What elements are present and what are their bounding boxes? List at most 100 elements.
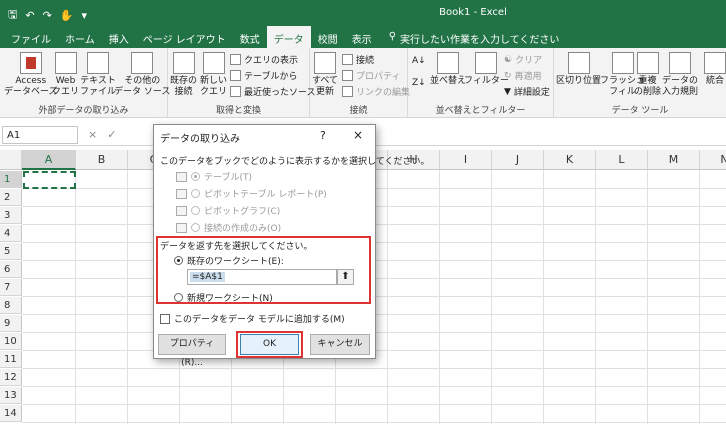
radio-new-sheet[interactable] xyxy=(174,293,183,302)
group-label: 並べ替えとフィルター xyxy=(435,106,526,116)
web-query-button[interactable]: Web クエリ xyxy=(52,52,79,98)
radio-pivot-chart[interactable] xyxy=(191,206,200,215)
pivot-table-icon xyxy=(176,188,187,199)
row-header[interactable]: 14 xyxy=(0,405,22,422)
lightbulb-icon: ⚲ xyxy=(388,31,397,42)
ok-button[interactable]: OK xyxy=(240,334,299,355)
row-header[interactable]: 10 xyxy=(0,333,22,350)
column-header[interactable]: I xyxy=(440,150,492,170)
row-header[interactable]: 7 xyxy=(0,279,22,296)
connections-icon xyxy=(342,54,353,65)
tab-insert[interactable]: 挿入 xyxy=(102,26,136,48)
tell-me-text: 実行したい作業を入力してください xyxy=(400,35,560,46)
row-header[interactable]: 8 xyxy=(0,297,22,314)
close-button[interactable]: × xyxy=(353,128,363,142)
option-pivot-table[interactable]: ピボットテーブル レポート(P) xyxy=(176,187,327,200)
option-connection-only[interactable]: 接続の作成のみ(O) xyxy=(176,221,281,234)
radio-pivot-table[interactable] xyxy=(191,189,200,198)
sort-button[interactable]: 並べ替え xyxy=(430,52,466,87)
column-header[interactable]: J xyxy=(492,150,544,170)
row-header[interactable]: 4 xyxy=(0,225,22,242)
reapply-button[interactable]: ↻ 再適用 xyxy=(504,69,542,83)
radio-table[interactable] xyxy=(191,172,200,181)
row-header[interactable]: 12 xyxy=(0,369,22,386)
text-to-columns-button[interactable]: 区切り位置 xyxy=(556,52,601,87)
remove-duplicates-button[interactable]: 重複 の削除 xyxy=(634,52,661,98)
radio-existing-sheet[interactable] xyxy=(174,256,183,265)
row-header[interactable]: 13 xyxy=(0,387,22,404)
group-get-transform: 既存の 接続 新しい クエリ クエリの表示 テーブルから 最近使ったソース 取得… xyxy=(168,48,316,118)
row-header[interactable]: 2 xyxy=(0,189,22,206)
tab-formulas[interactable]: 数式 xyxy=(233,26,267,48)
column-header[interactable]: N xyxy=(700,150,726,170)
consolidate-button[interactable]: 統合 xyxy=(704,52,726,87)
tab-page-layout[interactable]: ページ レイアウト xyxy=(136,26,233,48)
tab-data[interactable]: データ xyxy=(266,26,311,48)
data-model-checkbox[interactable] xyxy=(160,313,170,324)
text-file-icon xyxy=(87,52,109,74)
option-table[interactable]: テーブル(T) xyxy=(176,170,252,183)
sort-ascending-button[interactable]: A↓ xyxy=(412,56,426,66)
table-icon xyxy=(176,171,187,182)
data-validation-button[interactable]: データの 入力規則 xyxy=(662,52,698,98)
option-pivot-chart[interactable]: ピボットグラフ(C) xyxy=(176,204,280,217)
cell-reference-input[interactable]: =$A$1 xyxy=(187,269,337,285)
clear-filter-button[interactable]: ☯ クリア xyxy=(504,53,542,67)
tab-file[interactable]: ファイル xyxy=(4,26,58,48)
row-header[interactable]: 11 xyxy=(0,351,22,368)
text-file-button[interactable]: テキスト ファイル xyxy=(80,52,116,98)
row-header[interactable]: 3 xyxy=(0,207,22,224)
column-header[interactable]: K xyxy=(544,150,596,170)
add-to-data-model[interactable]: このデータをデータ モデルに追加する(M) xyxy=(160,312,345,325)
row-header[interactable]: 1 xyxy=(0,171,22,188)
properties-button[interactable]: プロパティ xyxy=(342,69,400,82)
tab-view[interactable]: 表示 xyxy=(345,26,379,48)
group-label: 取得と変換 xyxy=(215,106,261,116)
option-new-sheet[interactable]: 新規ワークシート(N) xyxy=(174,291,273,304)
connections-button[interactable]: 接続 xyxy=(342,53,374,66)
group-connections: すべて 更新 接続 プロパティ リンクの編集 接続 xyxy=(310,48,410,118)
new-query-button[interactable]: 新しい クエリ xyxy=(200,52,227,98)
title-bar: 🖫 ↶ ↷ ✋ ▾ Book1 - Excel xyxy=(0,0,726,26)
row-header[interactable]: 6 xyxy=(0,261,22,278)
row-header[interactable]: 9 xyxy=(0,315,22,332)
column-header[interactable]: M xyxy=(648,150,700,170)
properties-dialog-button[interactable]: プロパティ(R)... xyxy=(158,334,226,368)
from-table-button[interactable]: テーブルから xyxy=(230,69,297,82)
cancel-button[interactable]: キャンセル xyxy=(310,334,370,355)
filter-button[interactable]: フィルター xyxy=(464,52,509,87)
reapply-icon: ↻ xyxy=(504,70,512,81)
column-header[interactable]: A xyxy=(22,150,76,170)
tab-review[interactable]: 校閲 xyxy=(311,26,345,48)
other-sources-button[interactable]: その他の データ ソース xyxy=(114,52,170,98)
recent-sources-button[interactable]: 最近使ったソース xyxy=(230,85,316,98)
select-all-corner[interactable] xyxy=(0,150,22,170)
grid-line xyxy=(22,368,726,369)
group-label: データ ツール xyxy=(611,106,669,116)
flash-fill-icon xyxy=(611,52,634,74)
show-query-button[interactable]: クエリの表示 xyxy=(230,53,298,66)
advanced-filter-button[interactable]: ▼ 詳細設定 xyxy=(504,85,550,99)
collapse-dialog-icon[interactable]: ⬆ xyxy=(337,269,354,285)
cancel-icon[interactable]: × xyxy=(88,128,97,141)
option-existing-sheet[interactable]: 既存のワークシート(E): xyxy=(174,254,284,267)
existing-connections-button[interactable]: 既存の 接続 xyxy=(170,52,197,98)
help-button[interactable]: ? xyxy=(320,129,326,142)
tell-me-box[interactable]: ⚲ 実行したい作業を入力してください xyxy=(379,26,560,48)
sort-descending-button[interactable]: Z↓ xyxy=(412,78,426,88)
column-header[interactable]: B xyxy=(76,150,128,170)
access-button[interactable]: Access データベース xyxy=(4,52,58,98)
excel-window: 🖫 ↶ ↷ ✋ ▾ Book1 - Excel ファイル ホーム 挿入 ページ … xyxy=(0,0,726,424)
enter-icon[interactable]: ✓ xyxy=(107,128,116,141)
refresh-all-button[interactable]: すべて 更新 xyxy=(312,52,338,98)
tab-home[interactable]: ホーム xyxy=(58,26,102,48)
active-cell-a1[interactable] xyxy=(23,171,76,189)
row-header[interactable]: 5 xyxy=(0,243,22,260)
radio-connection-only[interactable] xyxy=(191,223,200,232)
text-to-columns-icon xyxy=(567,52,590,74)
edit-links-button[interactable]: リンクの編集 xyxy=(342,85,410,98)
clear-filter-icon: ☯ xyxy=(504,54,513,65)
name-box[interactable]: A1 xyxy=(2,126,78,144)
display-prompt: このデータをブックでどのように表示するかを選択してください。 xyxy=(160,157,430,167)
column-header[interactable]: L xyxy=(596,150,648,170)
